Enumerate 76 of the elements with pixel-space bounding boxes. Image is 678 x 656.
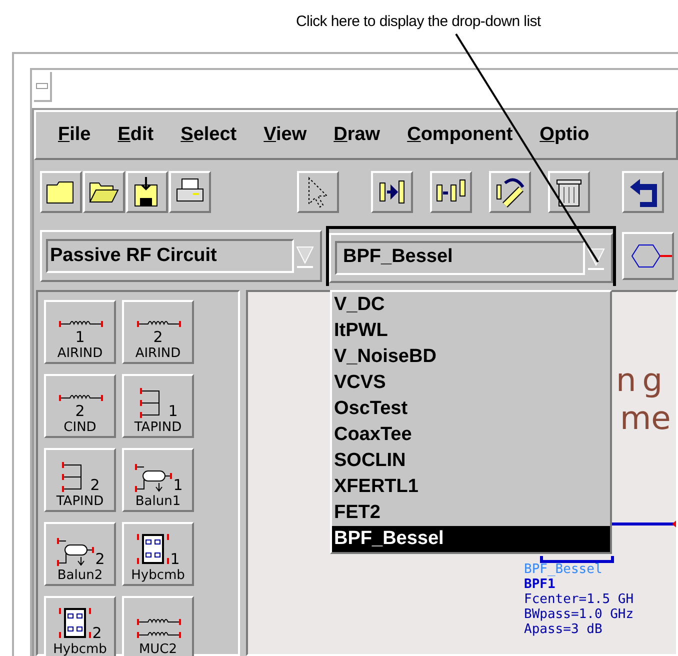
library-combo-value: Passive RF Circuit — [46, 239, 294, 273]
component-instance: BPF1 — [524, 577, 556, 592]
dropdown-option[interactable]: VCVS — [332, 370, 610, 396]
palette-label: TAPIND — [56, 495, 104, 508]
canvas-text: ng — [616, 364, 669, 396]
dropdown-option[interactable]: V_NoiseBD — [332, 344, 610, 370]
toolbar-button[interactable] — [548, 171, 590, 213]
palette-number: 1 — [170, 552, 180, 567]
dropdown-option[interactable]: FET2 — [332, 500, 610, 526]
menu-item[interactable]: Select — [180, 120, 237, 150]
palette-label: Hybcmb — [53, 643, 107, 656]
palette-button[interactable]: 2 TAPIND — [44, 448, 116, 512]
toolbar-button[interactable] — [40, 171, 82, 213]
palette-label: CIND — [64, 421, 96, 434]
palette-button[interactable]: 2 Balun2 — [44, 522, 116, 586]
menu-item[interactable]: Component — [407, 120, 513, 150]
window-menu-button[interactable] — [34, 72, 52, 102]
minimize-icon — [36, 83, 48, 89]
palette-number: 1 — [168, 404, 178, 419]
component-combo[interactable]: BPF_Bessel — [329, 232, 613, 282]
menu-item[interactable]: Edit — [118, 120, 154, 150]
palette-button[interactable]: 2 AIRIND — [122, 300, 194, 364]
palette-number: 2 — [75, 404, 85, 419]
palette-button[interactable]: 1 AIRIND — [44, 300, 116, 364]
dropdown-option[interactable]: OscTest — [332, 396, 610, 422]
hybrid-coupler-icon — [136, 531, 170, 567]
dropdown-option[interactable]: ItPWL — [332, 318, 610, 344]
wire-with-pin-drawing — [612, 518, 676, 530]
component-parameter: Fcenter=1.5 GH — [524, 592, 634, 607]
palette-label: AIRIND — [57, 347, 103, 360]
dropdown-option[interactable]: CoaxTee — [332, 422, 610, 448]
toolbar-button[interactable] — [169, 171, 211, 213]
palette-label: Balun2 — [57, 569, 103, 582]
palette-button[interactable]: 2 CIND — [44, 374, 116, 438]
palette-button[interactable]: 1 Balun1 — [122, 448, 194, 512]
palette-button[interactable]: 1 TAPIND — [122, 374, 194, 438]
menu-item[interactable]: Optio — [540, 120, 590, 150]
menu-item[interactable]: File — [58, 120, 91, 150]
dropdown-option[interactable]: SOCLIN — [332, 448, 610, 474]
palette-button[interactable]: 2 Hybcmb — [44, 596, 116, 656]
palette-number: 1 — [173, 478, 183, 493]
annotation-text: Click here to display the drop-down list — [296, 13, 541, 30]
dropdown-option[interactable]: BPF_Bessel — [332, 526, 610, 552]
palette-label: AIRIND — [135, 347, 181, 360]
component-name: BPF_Bessel — [524, 562, 604, 577]
dropdown-option[interactable]: XFERTL1 — [332, 474, 610, 500]
toolbar-button[interactable] — [430, 171, 472, 213]
hybrid-coupler-icon — [58, 605, 92, 641]
dropdown-option[interactable]: V_DC — [332, 292, 610, 318]
component-parameter: Apass=3 dB — [524, 622, 604, 637]
balun-icon — [133, 461, 174, 493]
palette-number: 2 — [92, 626, 102, 641]
palette-label: Hybcmb — [131, 569, 185, 582]
toolbar-button[interactable] — [489, 171, 531, 213]
toolbar-button[interactable] — [83, 171, 125, 213]
palette-number: 2 — [95, 552, 105, 567]
palette-number: 2 — [90, 478, 100, 493]
port-button[interactable] — [622, 232, 674, 280]
palette-button[interactable]: 1 Hybcmb — [122, 522, 194, 586]
menu-item[interactable]: Draw — [334, 120, 380, 150]
balun-icon — [55, 535, 96, 567]
toolbar-button[interactable] — [297, 171, 339, 213]
component-combo-value: BPF_Bessel — [335, 240, 585, 274]
palette-number: 1 — [75, 330, 85, 345]
toolbar-button[interactable] — [622, 171, 664, 213]
palette-label: TAPIND — [134, 421, 182, 434]
palette-label: Balun1 — [135, 495, 181, 508]
toolbar-button[interactable] — [371, 171, 413, 213]
library-combo[interactable]: Passive RF Circuit — [40, 230, 322, 282]
menu-item[interactable]: View — [264, 120, 307, 150]
component-parameter: BWpass=1.0 GHz — [524, 607, 634, 622]
canvas-text: me — [620, 402, 671, 434]
palette-label: MUC2 — [138, 643, 178, 656]
toolbar-button[interactable] — [126, 171, 168, 213]
palette-number: 2 — [153, 330, 163, 345]
palette-button[interactable]: MUC2 — [122, 596, 194, 656]
